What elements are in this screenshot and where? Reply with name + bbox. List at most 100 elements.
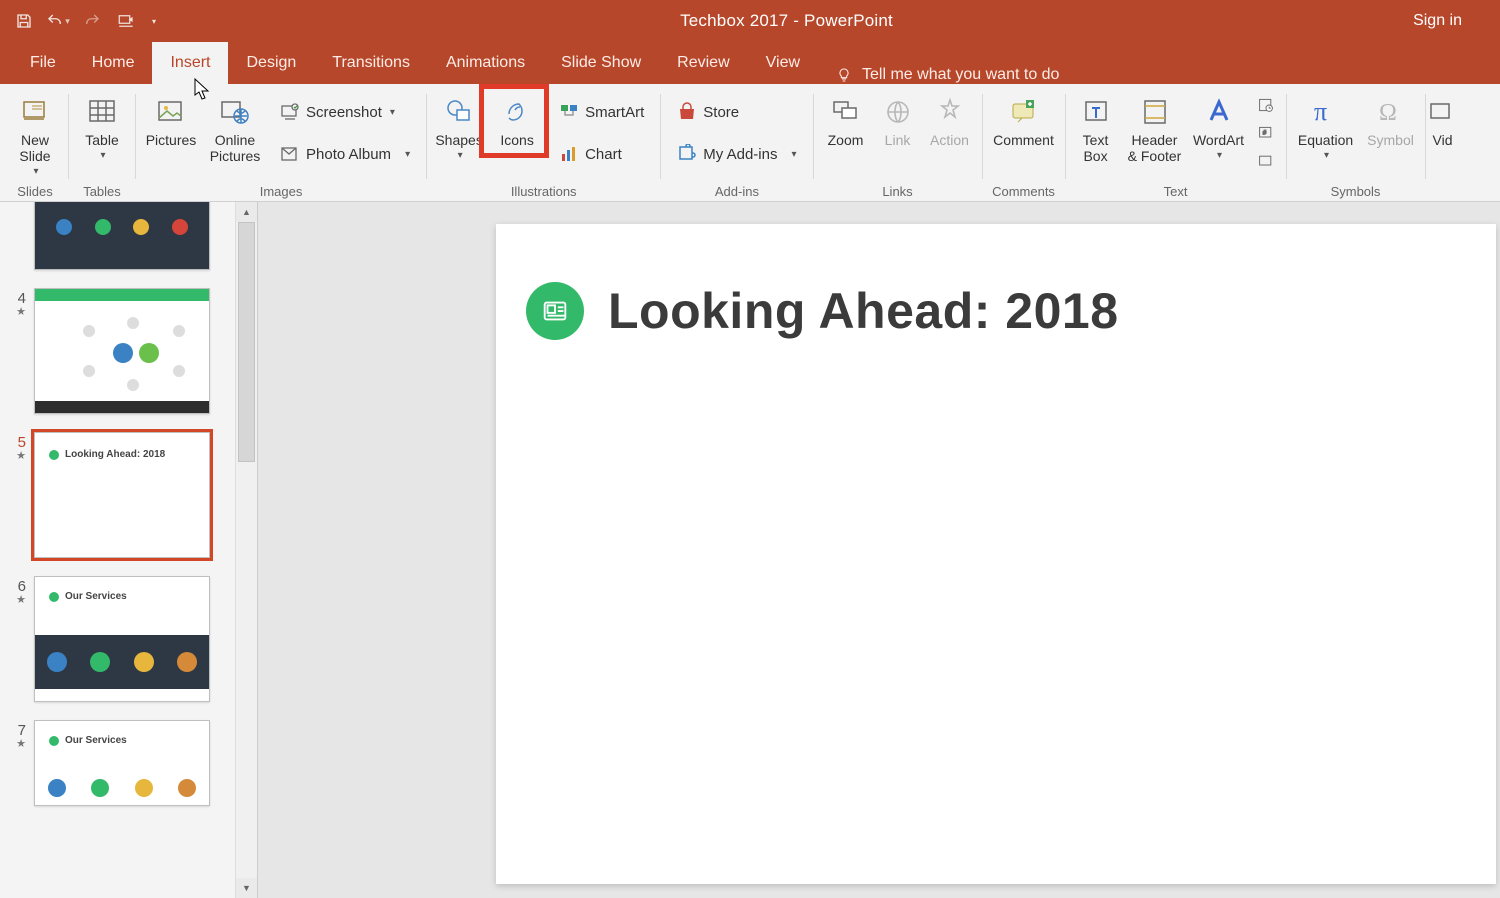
photo-album-icon <box>280 144 300 164</box>
group-addins: Store My Add-ins▾ Add-ins <box>663 88 810 201</box>
undo-dropdown-caret[interactable]: ▾ <box>64 16 70 27</box>
store-button[interactable]: Store <box>671 92 802 132</box>
thumb-5-title: Looking Ahead: 2018 <box>65 449 165 460</box>
wordart-button[interactable]: WordArt ▾ <box>1190 90 1248 161</box>
group-label-addins: Add-ins <box>667 182 806 201</box>
link-button[interactable]: Link <box>876 90 920 148</box>
thumb-number-5: 5 <box>18 434 26 451</box>
pictures-button[interactable]: Pictures <box>142 90 200 148</box>
thumbnail-scrollbar[interactable]: ▲ ▼ <box>235 202 257 898</box>
my-addins-button[interactable]: My Add-ins▾ <box>671 134 802 174</box>
thumb-row-6: 6★ Our Services <box>8 576 232 702</box>
svg-text:#: # <box>1262 130 1266 137</box>
scroll-down-button[interactable]: ▼ <box>236 878 257 898</box>
group-links: Zoom Link Action Links <box>816 88 980 201</box>
workspace: 4★ 5★ Looking Ahead: 20 <box>0 202 1500 898</box>
screenshot-button[interactable]: Screenshot▾ <box>274 92 416 132</box>
chart-button[interactable]: Chart <box>553 134 650 174</box>
tab-review[interactable]: Review <box>659 42 747 84</box>
undo-icon[interactable]: ▾ <box>46 9 70 33</box>
slide-thumb-5[interactable]: Looking Ahead: 2018 <box>34 432 210 558</box>
group-comments: Comment Comments <box>985 88 1063 201</box>
thumb-7-title: Our Services <box>65 735 127 746</box>
group-tables: Table ▾ Tables <box>71 88 133 201</box>
thumb-number-7: 7 <box>18 722 26 739</box>
photo-album-button[interactable]: Photo Album▾ <box>274 134 416 174</box>
object-icon <box>1258 151 1274 171</box>
slide-thumb-7[interactable]: Our Services <box>34 720 210 806</box>
lightbulb-icon <box>836 67 852 83</box>
chart-icon <box>559 144 579 164</box>
scroll-up-button[interactable]: ▲ <box>236 202 257 222</box>
tell-me-placeholder: Tell me what you want to do <box>862 66 1059 84</box>
tab-transitions[interactable]: Transitions <box>314 42 428 84</box>
slide-thumbnail-panel: 4★ 5★ Looking Ahead: 20 <box>0 202 258 898</box>
tab-file[interactable]: File <box>12 42 74 84</box>
group-label-links: Links <box>820 182 976 201</box>
equation-button[interactable]: π Equation ▾ <box>1293 90 1359 161</box>
video-icon <box>1425 94 1461 130</box>
shapes-icon <box>441 94 477 130</box>
title-bar: ▾ ▾ Techbox 2017 - PowerPoint Sign in <box>0 0 1500 42</box>
thumb-number-4: 4 <box>18 290 26 307</box>
object-button[interactable] <box>1256 148 1276 174</box>
tab-home[interactable]: Home <box>74 42 153 84</box>
window-title: Techbox 2017 - PowerPoint <box>160 11 1413 31</box>
action-button[interactable]: Action <box>924 90 976 148</box>
online-pictures-button[interactable]: Online Pictures <box>204 90 266 164</box>
text-box-icon <box>1078 94 1114 130</box>
group-label-comments: Comments <box>989 182 1059 201</box>
link-icon <box>880 94 916 130</box>
my-addins-icon <box>677 144 697 164</box>
date-time-button[interactable] <box>1256 92 1276 118</box>
thumb-6-title: Our Services <box>65 591 127 602</box>
video-button[interactable]: Vid <box>1429 90 1457 148</box>
new-slide-dropdown-caret[interactable]: ▾ <box>31 166 38 177</box>
tab-view[interactable]: View <box>748 42 818 84</box>
symbol-button[interactable]: Ω Symbol <box>1363 90 1419 148</box>
tab-design[interactable]: Design <box>228 42 314 84</box>
tab-insert[interactable]: Insert <box>152 42 228 84</box>
group-label-tables: Tables <box>75 182 129 201</box>
slide-thumb-3[interactable] <box>34 202 210 270</box>
comment-button[interactable]: Comment <box>987 90 1061 148</box>
table-dropdown-caret[interactable]: ▾ <box>98 150 105 161</box>
ribbon-tabs: File Home Insert Design Transitions Anim… <box>0 42 1500 84</box>
smartart-icon <box>559 102 579 122</box>
header-footer-button[interactable]: Header & Footer <box>1124 90 1186 164</box>
tab-slideshow[interactable]: Slide Show <box>543 42 659 84</box>
group-symbols: π Equation ▾ Ω Symbol Symbols <box>1289 88 1423 201</box>
table-icon <box>84 94 120 130</box>
tab-animations[interactable]: Animations <box>428 42 543 84</box>
slide-thumb-6[interactable]: Our Services <box>34 576 210 702</box>
zoom-button[interactable]: Zoom <box>820 90 872 148</box>
qat-customize-caret[interactable]: ▾ <box>148 9 160 33</box>
svg-text:Ω: Ω <box>1379 100 1397 126</box>
group-label-symbols: Symbols <box>1293 182 1419 201</box>
start-from-beginning-icon[interactable] <box>114 9 138 33</box>
header-footer-icon <box>1137 94 1173 130</box>
slide-title-text[interactable]: Looking Ahead: 2018 <box>608 282 1119 340</box>
smartart-button[interactable]: SmartArt <box>553 92 650 132</box>
slide-number-button[interactable]: # <box>1256 120 1276 146</box>
group-slides: New Slide ▾ Slides <box>4 88 66 201</box>
text-box-button[interactable]: Text Box <box>1072 90 1120 164</box>
tell-me-search[interactable]: Tell me what you want to do <box>818 66 1059 84</box>
wordart-icon <box>1201 94 1237 130</box>
slide-canvas[interactable]: Looking Ahead: 2018 <box>496 224 1496 884</box>
group-label-slides: Slides <box>8 182 62 201</box>
redo-icon[interactable] <box>80 9 104 33</box>
group-media: Vid <box>1428 88 1458 201</box>
zoom-icon <box>828 94 864 130</box>
slide-thumb-4[interactable] <box>34 288 210 414</box>
shapes-button[interactable]: Shapes ▾ <box>433 90 485 161</box>
new-slide-button[interactable]: New Slide ▾ <box>4 90 66 177</box>
sign-in-link[interactable]: Sign in <box>1413 12 1492 30</box>
slide-title-container: Looking Ahead: 2018 <box>526 282 1119 340</box>
symbol-icon: Ω <box>1373 94 1409 130</box>
save-icon[interactable] <box>12 9 36 33</box>
table-button[interactable]: Table ▾ <box>71 90 133 161</box>
scroll-handle[interactable] <box>238 222 255 462</box>
group-label-images: Images <box>142 182 420 201</box>
group-label-illustrations: Illustrations <box>433 182 654 201</box>
